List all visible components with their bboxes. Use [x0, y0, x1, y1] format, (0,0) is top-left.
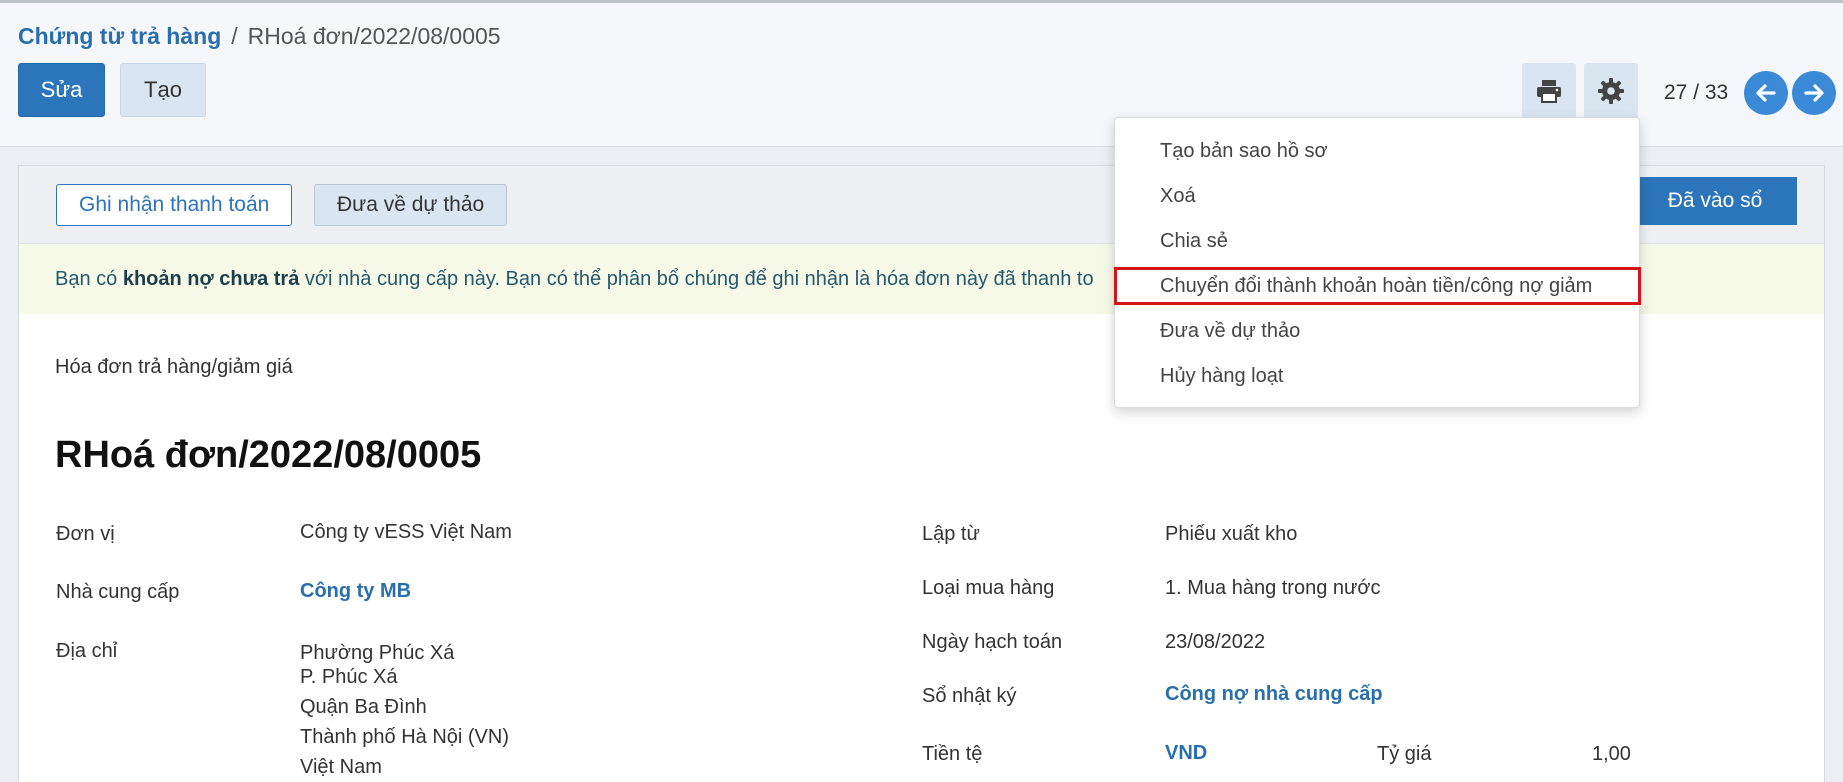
created-from-label: Lập từ [922, 523, 980, 545]
address-line: Quận Ba Đình [300, 696, 427, 718]
exchange-rate-value: 1,00 [1592, 743, 1631, 765]
purchase-type-label: Loại mua hàng [922, 577, 1055, 599]
company-value: Công ty vESS Việt Nam [300, 521, 512, 543]
alert-prefix: Bạn có [55, 267, 118, 290]
purchase-type-value: 1. Mua hàng trong nước [1165, 577, 1381, 599]
status-posted[interactable]: Đã vào sổ [1619, 177, 1797, 225]
currency-label: Tiền tệ [922, 743, 983, 765]
menu-item-delete[interactable]: Xoá [1160, 185, 1196, 208]
created-from-value: Phiếu xuất kho [1165, 523, 1298, 545]
breadcrumb-separator: / [231, 23, 238, 49]
breadcrumb: Chứng từ trả hàng / RHoá đơn/2022/08/000… [18, 23, 501, 50]
document-type: Hóa đơn trả hàng/giảm giá [55, 356, 293, 378]
menu-item-share[interactable]: Chia sẻ [1160, 230, 1228, 253]
register-payment-button[interactable]: Ghi nhận thanh toán [56, 184, 293, 226]
arrow-right-icon [1804, 84, 1824, 102]
print-button[interactable] [1522, 63, 1576, 119]
pager-counter: 27 / 33 [1664, 81, 1729, 104]
action-dropdown-menu: Tạo bản sao hồ sơ Xoá Chia sẻ Chuyển đổi… [1114, 117, 1640, 408]
company-label: Đơn vị [56, 523, 115, 545]
vendor-link[interactable]: Công ty MB [300, 580, 411, 603]
journal-label: Sổ nhật ký [922, 685, 1017, 707]
action-gear-button[interactable] [1584, 63, 1638, 119]
address-line: P. Phúc Xá [300, 666, 398, 688]
menu-item-mass-cancel[interactable]: Hủy hàng loạt [1160, 365, 1283, 388]
currency-link[interactable]: VND [1165, 742, 1207, 765]
breadcrumb-parent-link[interactable]: Chứng từ trả hàng [18, 23, 221, 50]
journal-link[interactable]: Công nợ nhà cung cấp [1165, 683, 1383, 706]
menu-item-reset-to-draft[interactable]: Đưa về dự thảo [1160, 320, 1300, 343]
accounting-date-label: Ngày hạch toán [922, 631, 1063, 653]
next-record-button[interactable] [1792, 71, 1836, 115]
printer-icon [1537, 80, 1561, 103]
edit-button[interactable]: Sửa [18, 63, 105, 117]
menu-item-convert-to-refund[interactable]: Chuyển đổi thành khoản hoàn tiền/công nợ… [1160, 275, 1592, 298]
address-label: Địa chỉ [56, 640, 118, 662]
breadcrumb-current: RHoá đơn/2022/08/0005 [247, 23, 501, 49]
alert-bold-text: khoản nợ chưa trả [122, 267, 300, 290]
address-line: Phường Phúc Xá [300, 642, 455, 664]
create-button[interactable]: Tạo [120, 63, 206, 117]
arrow-left-icon [1756, 84, 1776, 102]
address-line: Việt Nam [300, 756, 382, 778]
address-line: Thành phố Hà Nội (VN) [300, 726, 509, 748]
document-title: RHoá đơn/2022/08/0005 [55, 434, 482, 476]
reset-to-draft-button[interactable]: Đưa về dự thảo [314, 184, 508, 226]
vendor-label: Nhà cung cấp [56, 581, 180, 603]
previous-record-button[interactable] [1744, 71, 1788, 115]
menu-item-duplicate[interactable]: Tạo bản sao hồ sơ [1160, 140, 1328, 163]
accounting-date-value: 23/08/2022 [1165, 631, 1266, 653]
gear-icon [1598, 78, 1624, 104]
exchange-rate-label: Tỷ giá [1377, 743, 1432, 765]
alert-suffix: với nhà cung cấp này. Bạn có thể phân bổ… [304, 267, 1094, 290]
